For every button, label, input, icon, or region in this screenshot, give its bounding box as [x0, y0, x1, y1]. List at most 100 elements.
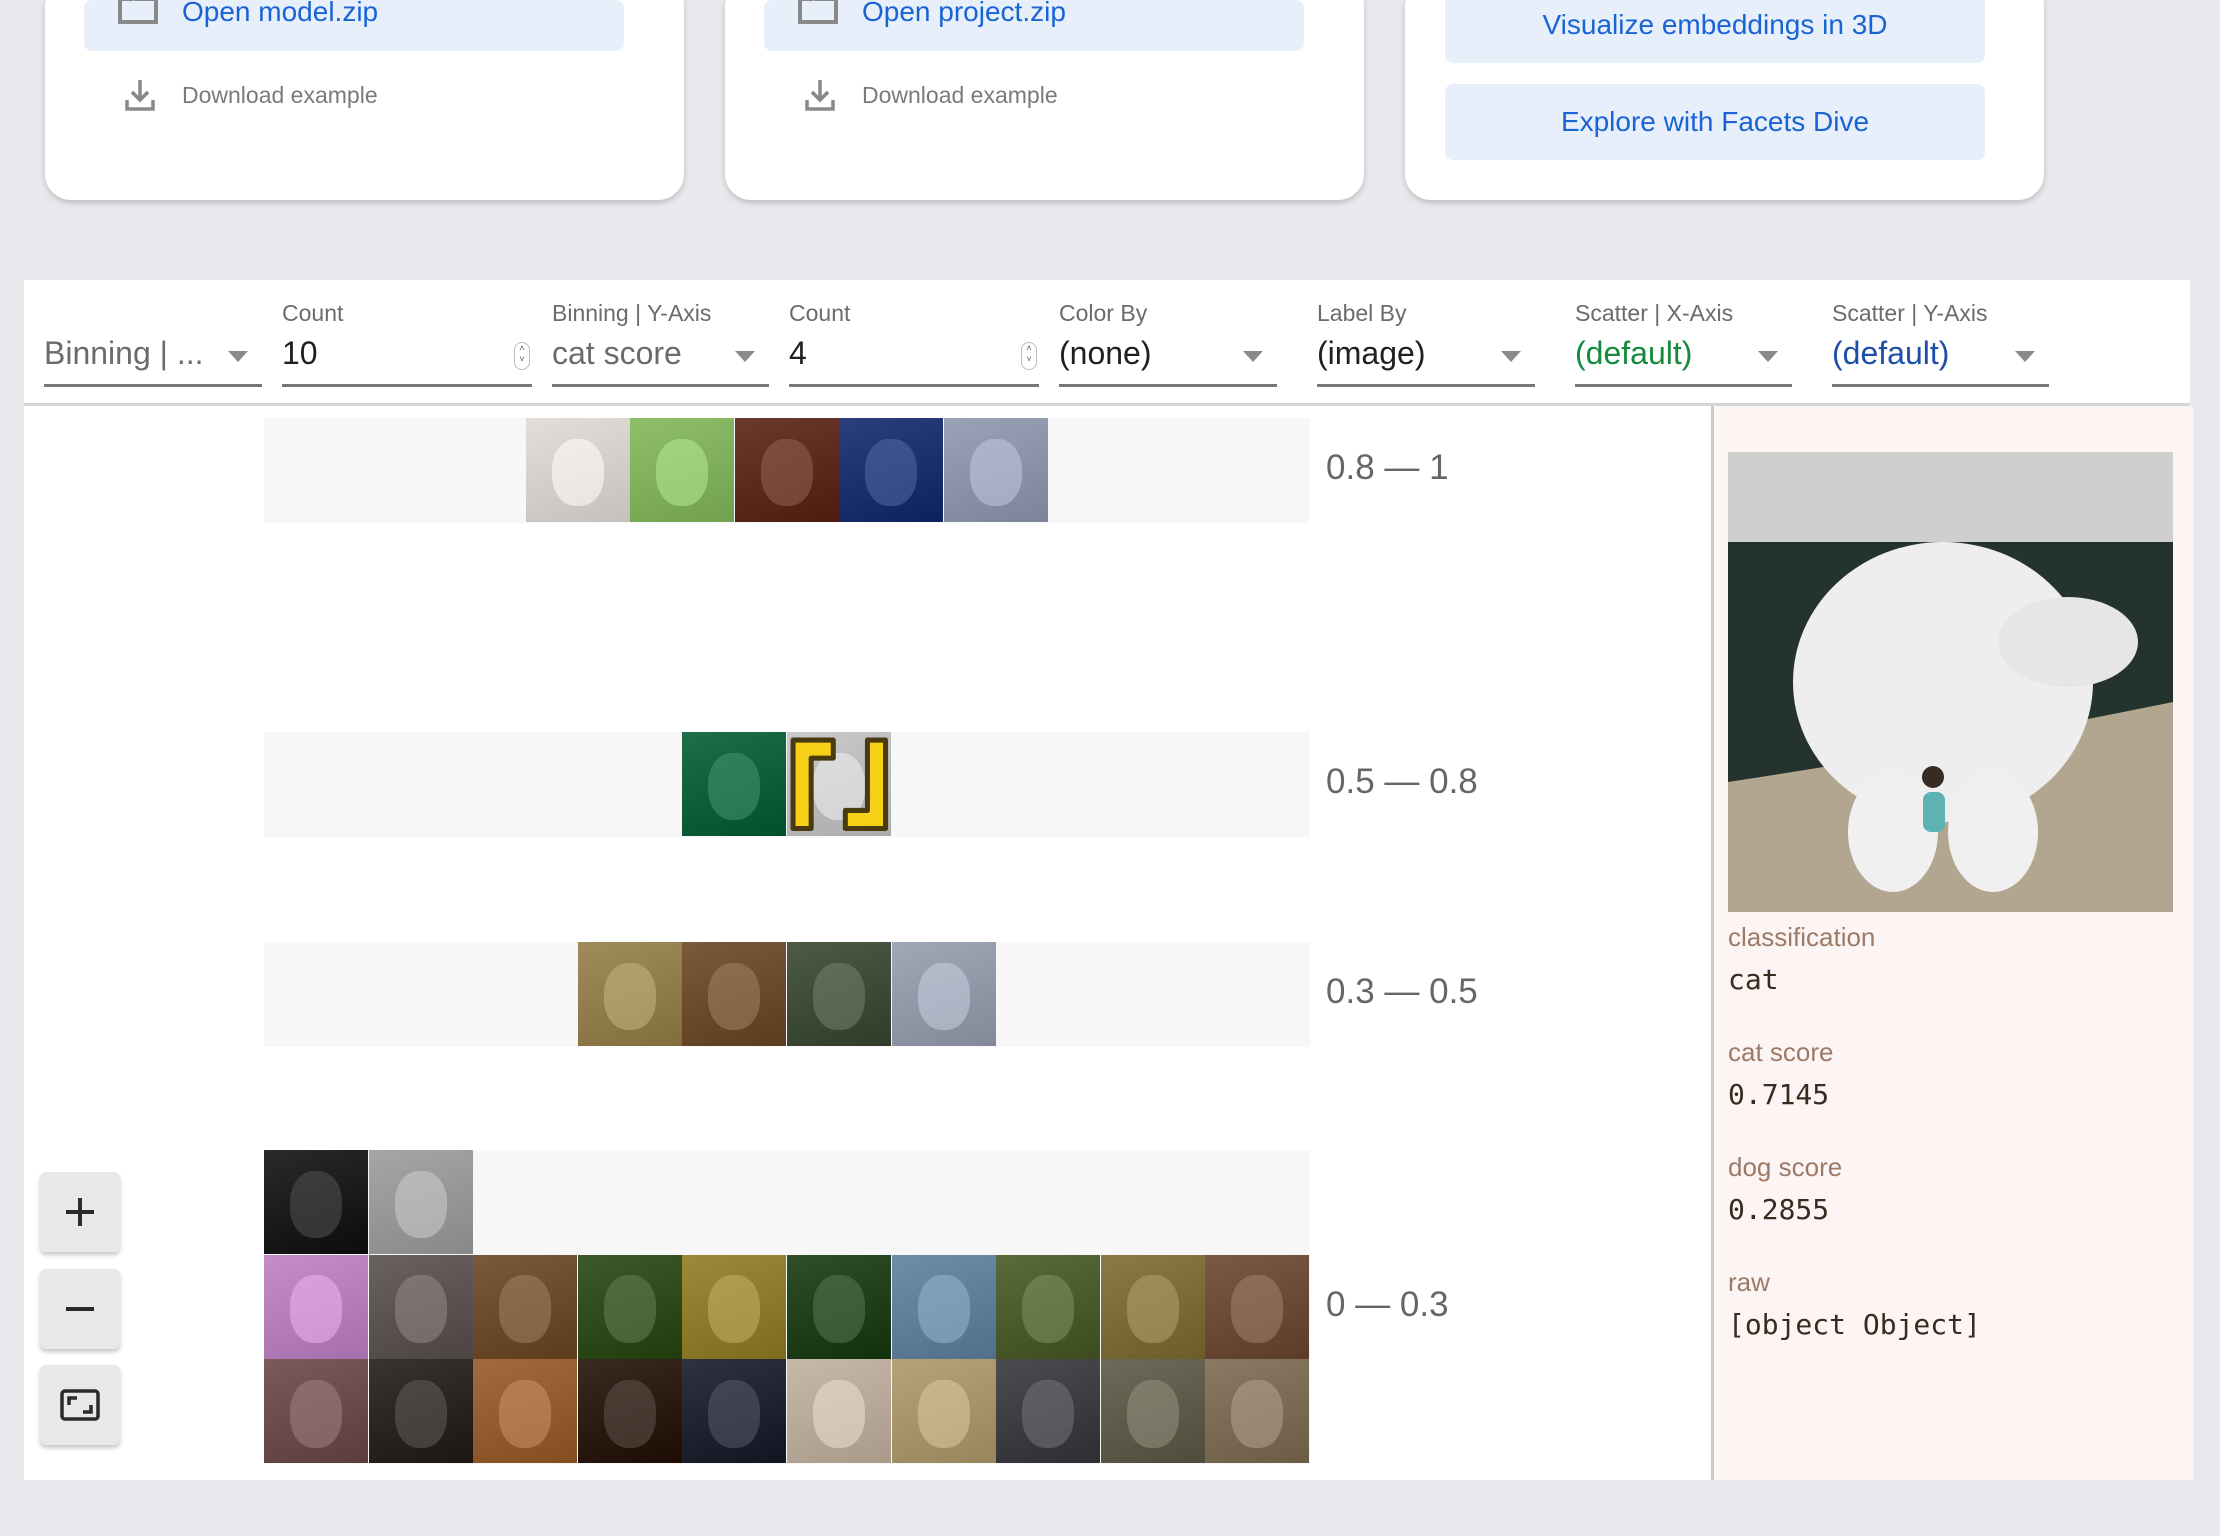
download-project-example-link[interactable]: Download example: [764, 78, 1164, 118]
download-icon: [805, 80, 835, 111]
chevron-down-icon[interactable]: [228, 351, 248, 362]
chevron-down-icon[interactable]: [1243, 351, 1263, 362]
count-input-1[interactable]: Count 10 ˄ ˅: [282, 280, 532, 390]
detail-field-label: classification: [1728, 922, 1876, 952]
dropdown-7[interactable]: Scatter | Y-Axis (default): [1832, 280, 2049, 390]
tile-subject: [813, 1275, 865, 1343]
number-spinner-icon[interactable]: ˄ ˅: [514, 342, 530, 370]
image-tile[interactable]: [577, 942, 682, 1046]
image-tile[interactable]: [682, 1359, 787, 1464]
tile-subject: [708, 1275, 761, 1343]
tile-subject: [603, 962, 656, 1031]
image-tile[interactable]: [787, 1359, 891, 1464]
detail-field-value: [object Object]: [1728, 1308, 1981, 1341]
tile-subject: [1126, 1379, 1179, 1448]
image-tile[interactable]: [1205, 1254, 1310, 1359]
detail-field-value: cat: [1728, 963, 1779, 996]
open-project-label: Open project.zip: [862, 0, 1066, 27]
image-tile[interactable]: [1100, 1254, 1205, 1359]
tile-subject: [917, 1275, 970, 1343]
field-label: Binning | Y-Axis: [552, 300, 712, 326]
tile-subject: [499, 1275, 552, 1343]
image-tile[interactable]: [996, 1254, 1101, 1359]
chevron-down-icon[interactable]: [1758, 351, 1778, 362]
detail-field: cat score 0.7145: [1728, 1037, 1834, 1111]
image-tile[interactable]: [943, 418, 1048, 522]
field-value[interactable]: cat score: [552, 335, 682, 372]
tile-subject: [1231, 1275, 1284, 1343]
tile-subject: [290, 1275, 342, 1343]
image-tile[interactable]: [264, 1254, 368, 1359]
image-tile[interactable]: [1205, 1359, 1310, 1464]
tile-subject: [1231, 1379, 1284, 1448]
dropdown-2[interactable]: Binning | Y-Axis cat score: [552, 280, 769, 390]
selected-image: [1728, 452, 2173, 912]
dropdown-4[interactable]: Color By (none): [1059, 280, 1277, 390]
image-tile[interactable]: [368, 1254, 473, 1359]
image-tile[interactable]: [734, 418, 839, 522]
field-label: Scatter | X-Axis: [1575, 300, 1734, 326]
download-model-example-link[interactable]: Download example: [84, 78, 484, 118]
field-label: Color By: [1059, 300, 1148, 326]
image-tile[interactable]: [473, 1359, 578, 1464]
image-tile[interactable]: [682, 942, 787, 1046]
bin-label: 0.3 — 0.5: [1326, 972, 1478, 1012]
dropdown-5[interactable]: Label By (image): [1317, 280, 1535, 390]
dive-canvas[interactable]: 0.8 — 1 0.5 — 0.8 0.3 — 0.5 0 — 0.3: [24, 406, 1710, 1480]
field-value[interactable]: (default): [1575, 335, 1692, 372]
bin-label: 0.5 — 0.8: [1326, 762, 1478, 802]
image-tile[interactable]: [630, 418, 735, 522]
download-icon: [125, 80, 155, 111]
image-tile[interactable]: [787, 942, 891, 1046]
field-value[interactable]: 10: [282, 335, 318, 372]
field-value[interactable]: 4: [789, 335, 807, 372]
open-project-button[interactable]: Open project.zip: [764, 0, 1304, 51]
tile-subject: [865, 438, 918, 507]
chevron-down-icon[interactable]: [735, 351, 755, 362]
image-tile[interactable]: [891, 1359, 996, 1464]
minus-icon: [66, 1307, 94, 1311]
plus-icon: [66, 1198, 94, 1226]
explore-facets-dive-button[interactable]: Explore with Facets Dive: [1445, 84, 1985, 160]
chevron-down-icon[interactable]: [2015, 351, 2035, 362]
detail-field: raw [object Object]: [1728, 1267, 1981, 1341]
image-tile[interactable]: [682, 1254, 787, 1359]
dropdown-0[interactable]: Binning | ...: [44, 280, 262, 390]
field-value[interactable]: (default): [1832, 335, 1949, 372]
zoom-in-button[interactable]: [40, 1172, 120, 1252]
detail-field: classification cat: [1728, 922, 1875, 996]
dive-toolbar: Binning | ... Count 10 ˄ ˅ Binning | Y-Axis ca…: [24, 280, 2190, 406]
image-tile[interactable]: [577, 1359, 682, 1464]
zoom-out-button[interactable]: [40, 1269, 120, 1349]
field-value[interactable]: (image): [1317, 335, 1425, 372]
fit-to-screen-icon: [60, 1389, 100, 1421]
image-tile[interactable]: [525, 418, 630, 522]
visualize-embeddings-button[interactable]: Visualize embeddings in 3D: [1445, 0, 1985, 63]
image-tile[interactable]: [891, 942, 996, 1046]
count-input-3[interactable]: Count 4 ˄ ˅: [789, 280, 1039, 390]
image-tile[interactable]: [996, 1359, 1101, 1464]
image-tile[interactable]: [682, 732, 787, 836]
number-spinner-icon[interactable]: ˄ ˅: [1021, 342, 1037, 370]
chevron-down-icon[interactable]: [1501, 351, 1521, 362]
image-tile[interactable]: [473, 1254, 578, 1359]
detail-field-value: 0.2855: [1728, 1193, 1830, 1226]
image-tile[interactable]: [264, 1359, 368, 1464]
image-tile[interactable]: [368, 1359, 473, 1464]
image-tile[interactable]: [891, 1254, 996, 1359]
detail-panel: classification cat cat score 0.7145 dog scor…: [1711, 406, 2193, 1480]
image-tile[interactable]: [264, 1150, 368, 1254]
image-tile[interactable]: [577, 1254, 682, 1359]
image-tile[interactable]: [839, 418, 944, 522]
field-value[interactable]: Binning | ...: [44, 335, 204, 372]
image-tile[interactable]: [1100, 1359, 1205, 1464]
open-model-button[interactable]: Open model.zip: [84, 0, 624, 51]
image-tile[interactable]: [787, 1254, 891, 1359]
image-tile[interactable]: [368, 1150, 473, 1254]
detail-field: dog score 0.2855: [1728, 1152, 1842, 1226]
field-underline: [282, 384, 532, 387]
dropdown-6[interactable]: Scatter | X-Axis (default): [1575, 280, 1792, 390]
field-label: Count: [282, 300, 344, 326]
fit-to-screen-button[interactable]: [40, 1365, 120, 1445]
field-value[interactable]: (none): [1059, 335, 1152, 372]
